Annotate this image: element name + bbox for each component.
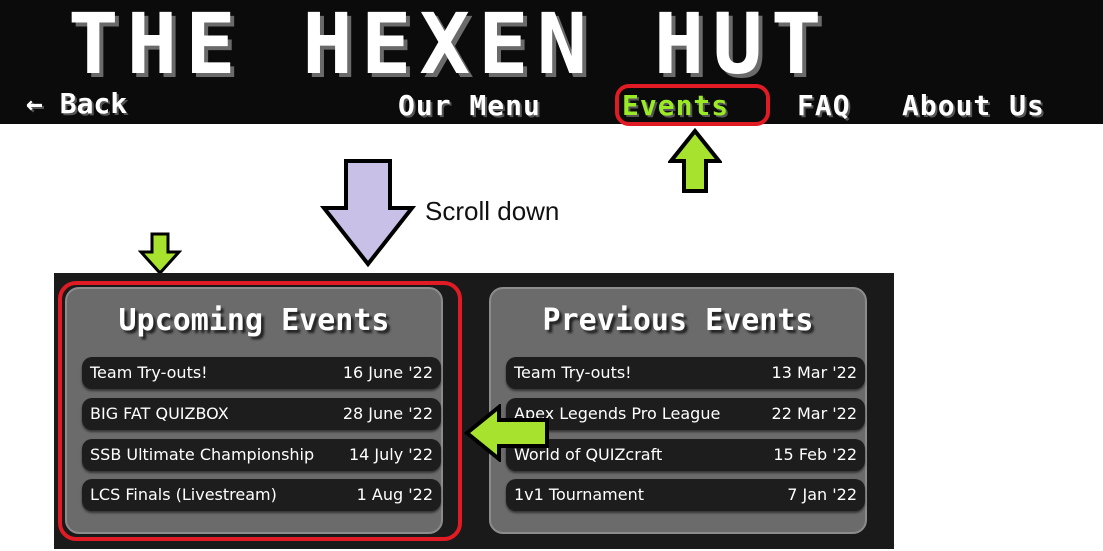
event-name: SSB Ultimate Championship xyxy=(90,445,315,464)
event-date: 28 June '22 xyxy=(342,404,433,423)
event-name: Team Try-outs! xyxy=(90,363,208,382)
upcoming-event-row[interactable]: SSB Ultimate Championship 14 July '22 xyxy=(82,439,441,471)
event-date: 14 July '22 xyxy=(348,445,433,464)
scroll-down-arrow-icon xyxy=(320,159,416,268)
event-date: 16 June '22 xyxy=(342,363,433,382)
event-name: LCS Finals (Livestream) xyxy=(90,485,277,504)
event-name: BIG FAT QUIZBOX xyxy=(90,404,229,423)
previous-event-row[interactable]: 1v1 Tournament 7 Jan '22 xyxy=(506,479,865,511)
site-header: THE HEXEN HUT ← Back Our Menu Events FAQ… xyxy=(0,0,1103,126)
scroll-down-caption: Scroll down xyxy=(425,196,560,226)
upcoming-events-title: Upcoming Events xyxy=(118,303,390,338)
up-arrow-icon xyxy=(668,128,722,193)
upcoming-event-row[interactable]: LCS Finals (Livestream) 1 Aug '22 xyxy=(82,479,441,511)
event-date: 15 Feb '22 xyxy=(773,445,857,464)
event-date: 13 Mar '22 xyxy=(771,363,857,382)
previous-event-row[interactable]: World of QUIZcraft 15 Feb '22 xyxy=(506,439,865,471)
down-arrow-icon xyxy=(138,232,182,276)
upcoming-event-row[interactable]: BIG FAT QUIZBOX 28 June '22 xyxy=(82,398,441,430)
nav-item-about-us[interactable]: About Us xyxy=(902,88,1045,124)
site-title: THE HEXEN HUT xyxy=(68,0,830,93)
nav-item-faq[interactable]: FAQ xyxy=(797,88,851,124)
nav-item-our-menu[interactable]: Our Menu xyxy=(398,88,541,124)
left-arrow-icon xyxy=(463,404,549,462)
event-date: 7 Jan '22 xyxy=(787,485,857,504)
event-date: 1 Aug '22 xyxy=(356,485,433,504)
previous-event-row[interactable]: Team Try-outs! 13 Mar '22 xyxy=(506,357,865,389)
event-name: Team Try-outs! xyxy=(514,363,632,382)
upcoming-event-row[interactable]: Team Try-outs! 16 June '22 xyxy=(82,357,441,389)
upcoming-events-panel: Upcoming Events Team Try-outs! 16 June '… xyxy=(65,287,443,534)
event-name: 1v1 Tournament xyxy=(514,485,644,504)
events-nav-highlight xyxy=(615,84,770,126)
previous-event-row[interactable]: Apex Legends Pro League 22 Mar '22 xyxy=(506,398,865,430)
event-date: 22 Mar '22 xyxy=(771,404,857,423)
back-link[interactable]: ← Back xyxy=(26,86,127,122)
previous-events-title: Previous Events xyxy=(542,303,814,338)
